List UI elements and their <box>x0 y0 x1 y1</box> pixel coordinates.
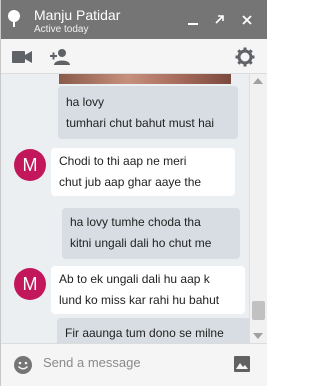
contact-presence-icon <box>8 10 20 27</box>
scroll-down-arrow-icon[interactable] <box>253 333 263 339</box>
contact-name: Manju Patidar <box>34 7 121 23</box>
close-button[interactable] <box>239 12 255 28</box>
message-text: Ab to ek ungali dali hu aap k <box>59 272 210 286</box>
message-scrollbar[interactable] <box>249 74 267 343</box>
message-bubble-outgoing[interactable]: ha lovy tumhari chut bahut must hai <box>58 86 238 139</box>
message-text: tumhari chut bahut must hai <box>66 116 215 130</box>
popout-arrow-icon <box>215 15 224 24</box>
message-list[interactable]: ha lovy tumhari chut bahut must hai M Ch… <box>1 74 249 343</box>
contact-avatar[interactable]: M <box>14 268 46 300</box>
contact-avatar[interactable]: M <box>14 149 46 181</box>
message-text: Chodi to thi aap ne meri <box>59 154 187 168</box>
message-bubble-incoming[interactable]: Chodi to thi aap ne meri chut jub aap gh… <box>51 148 235 196</box>
scroll-up-arrow-icon[interactable] <box>253 78 263 84</box>
contact-status: Active today <box>34 24 89 35</box>
scrollbar-thumb[interactable] <box>252 301 265 320</box>
message-text: Fir aaunga tum dono se milne <box>65 326 224 340</box>
add-people-button[interactable] <box>50 46 72 68</box>
minimize-icon <box>188 23 198 25</box>
minimize-button[interactable] <box>185 12 201 28</box>
chat-window: Manju Patidar Active today ha lovy tumha… <box>0 0 267 386</box>
message-text: lund ko miss kar rahi hu bahut <box>59 293 220 307</box>
message-bubble-outgoing[interactable]: ha lovy tumhe choda tha kitni ungali dal… <box>62 208 240 259</box>
message-bubble-outgoing[interactable]: Fir aaunga tum dono se milne <box>57 318 249 343</box>
message-input[interactable]: Send a message <box>43 355 141 370</box>
video-call-button[interactable] <box>11 46 33 68</box>
message-text: ha lovy <box>66 95 105 109</box>
message-text: chut jub aap ghar aaye the <box>59 175 202 189</box>
settings-button[interactable] <box>234 46 256 68</box>
image-attach-icon[interactable] <box>233 355 251 373</box>
video-camera-icon <box>12 51 32 63</box>
shared-photo[interactable] <box>59 74 231 84</box>
add-person-icon <box>50 49 70 65</box>
message-composer: Send a message <box>1 343 267 386</box>
chat-toolbar <box>1 39 267 74</box>
close-icon <box>242 15 252 25</box>
chat-header[interactable]: Manju Patidar Active today <box>1 0 267 39</box>
emoji-icon[interactable] <box>13 355 33 375</box>
message-text: ha lovy tumhe choda tha <box>70 215 201 229</box>
gear-icon <box>235 47 255 67</box>
message-text: kitni ungali dali ho chut me <box>70 236 212 250</box>
message-bubble-incoming[interactable]: Ab to ek ungali dali hu aap k lund ko mi… <box>51 266 245 314</box>
popout-button[interactable] <box>211 12 227 28</box>
